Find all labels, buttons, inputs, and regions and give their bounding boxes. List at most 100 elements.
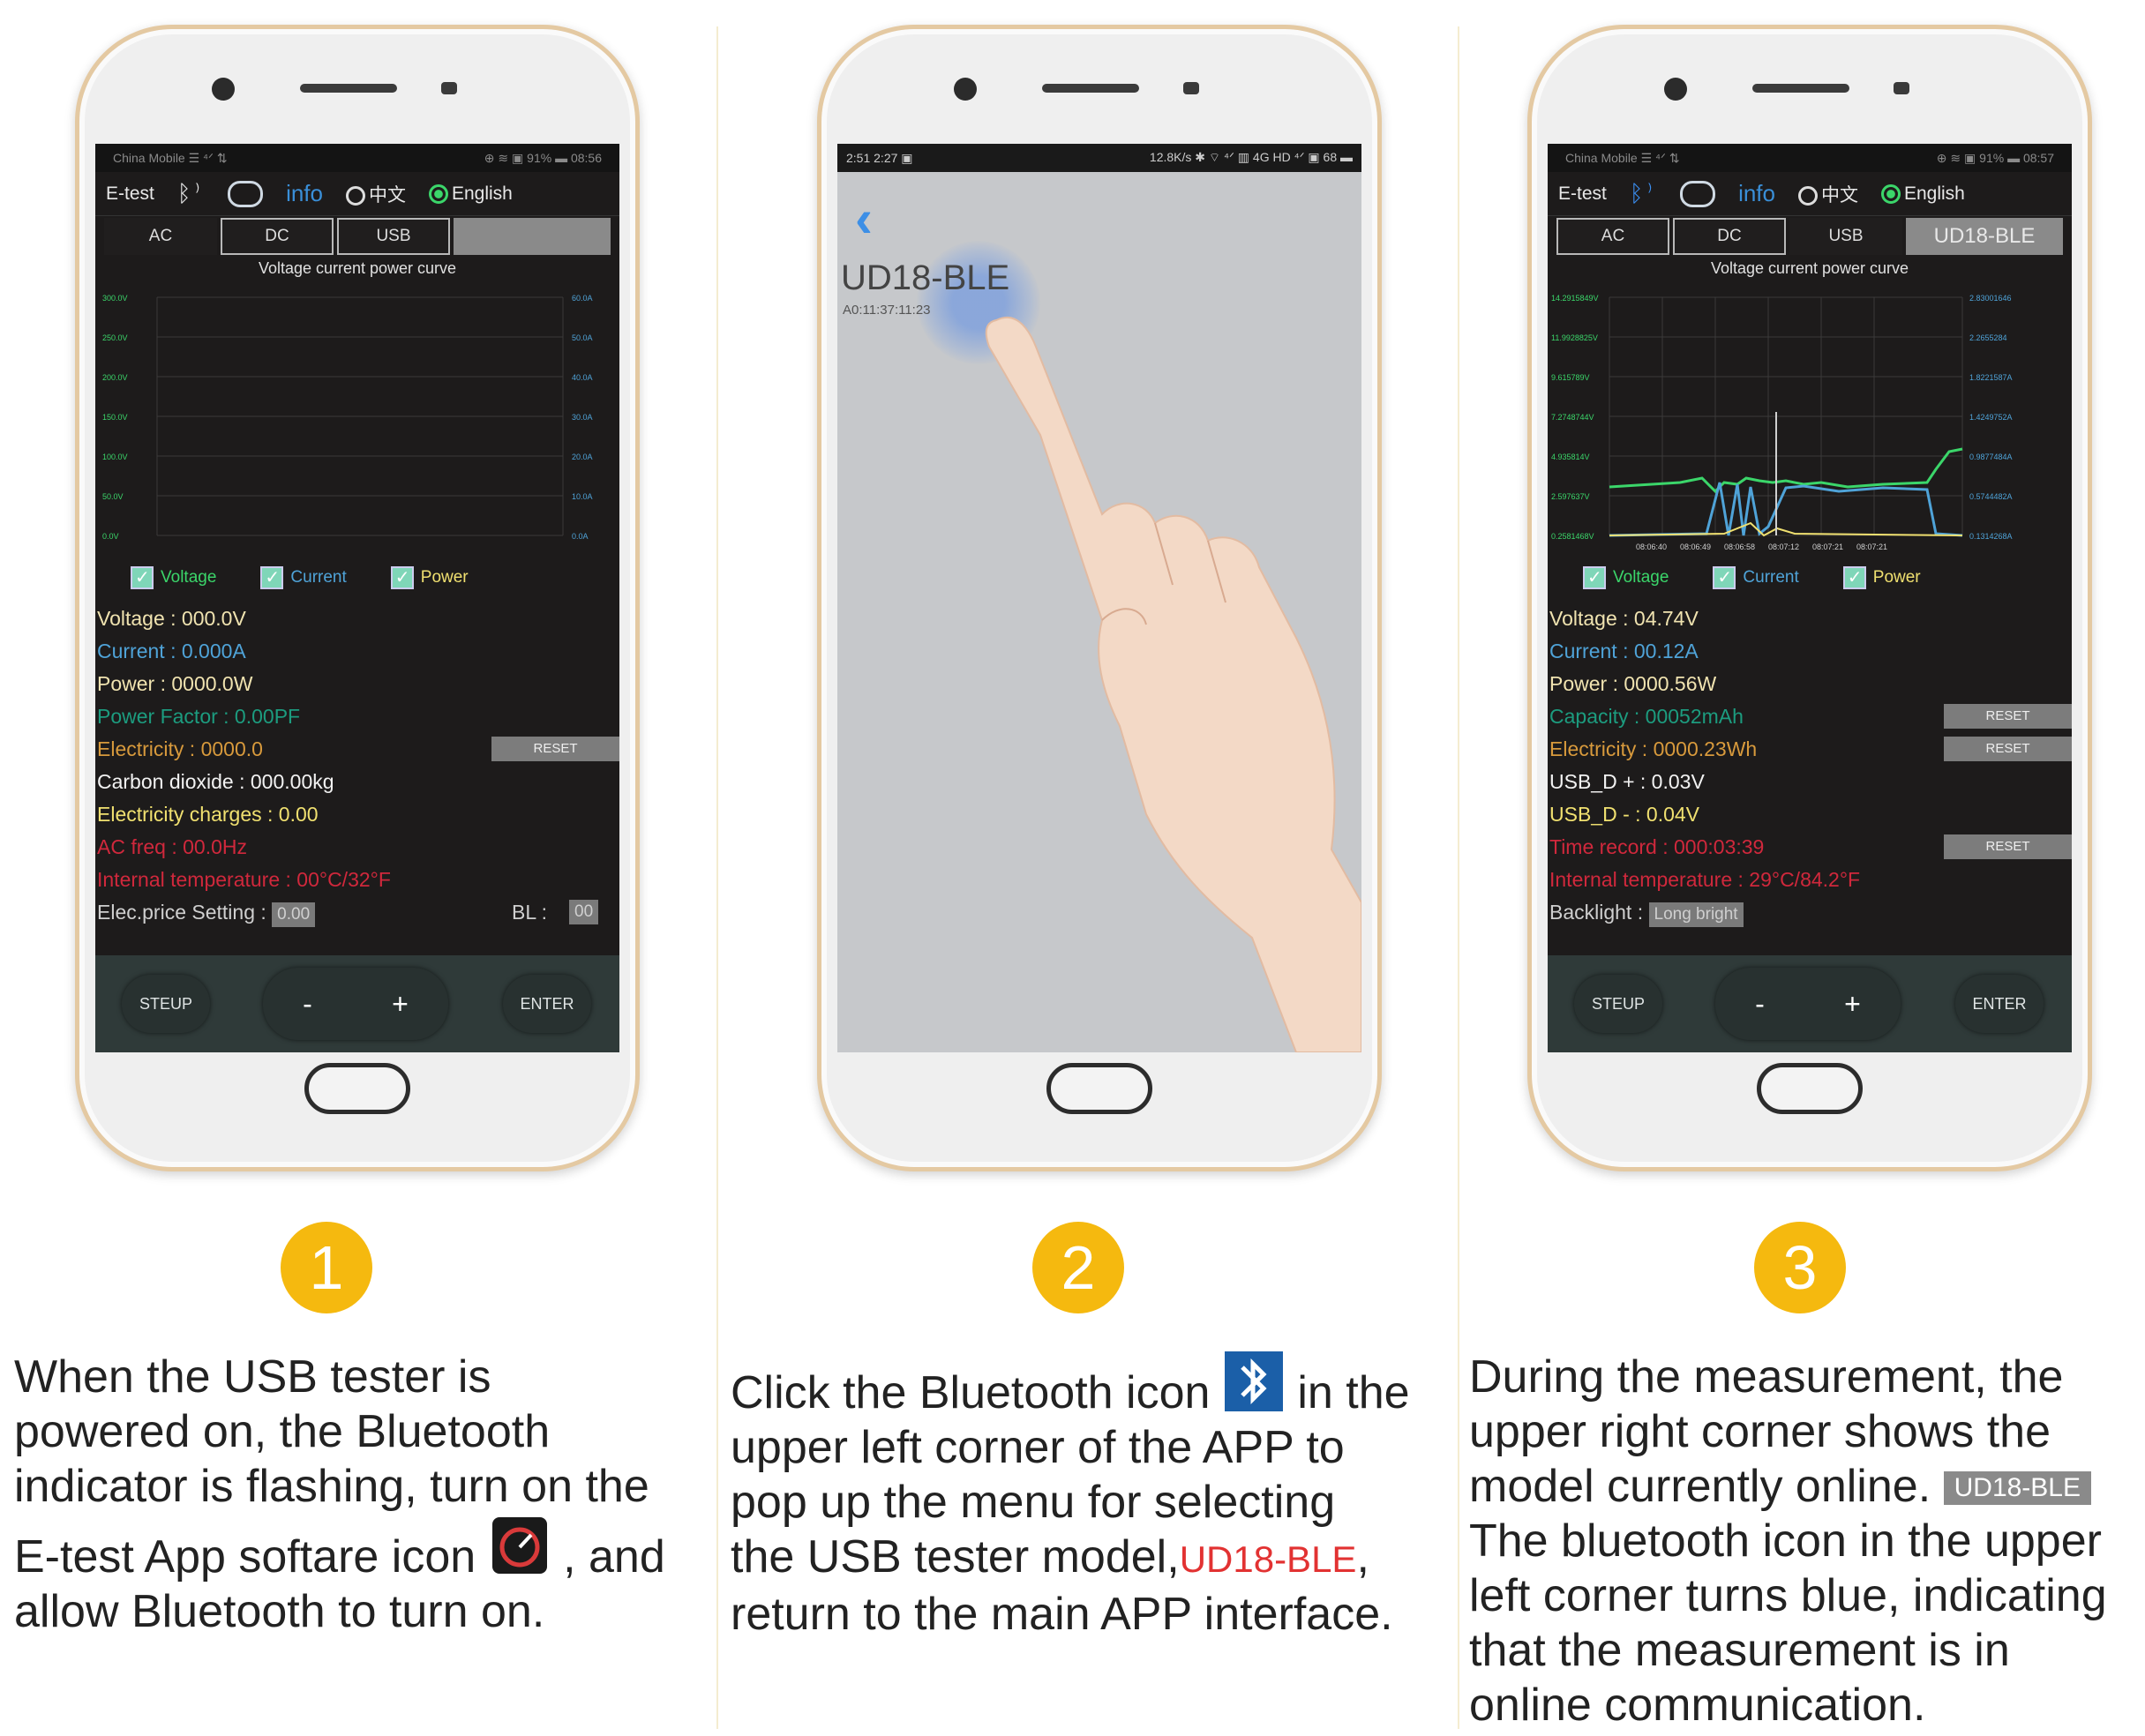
tab-ac[interactable]: AC	[1556, 218, 1669, 255]
info-link[interactable]: info	[1738, 180, 1775, 207]
svg-text:50.0A: 50.0A	[572, 333, 593, 342]
front-camera-icon	[212, 78, 235, 101]
curve-chart-empty: 300.0V 250.0V 200.0V 150.0V 100.0V 50.0V 0.0V…	[95, 280, 619, 553]
radio-on-icon	[428, 183, 448, 204]
reading-row: Power : 0000.56W	[1549, 668, 2072, 700]
svg-text:7.2748744V: 7.2748744V	[1551, 413, 1594, 422]
check-voltage[interactable]: Voltage	[1583, 566, 1669, 589]
check-voltage[interactable]: Voltage	[131, 566, 216, 589]
svg-text:11.9928825V: 11.9928825V	[1551, 333, 1598, 342]
model-name-red: UD18-BLE	[1179, 1538, 1357, 1580]
svg-text:9.615789V: 9.615789V	[1551, 373, 1590, 382]
caption-line: Click the Bluetooth icon in the	[731, 1350, 1454, 1420]
reset-button[interactable]: RESET	[1944, 834, 2072, 859]
lang-en-radio[interactable]: English	[428, 183, 513, 205]
tab-dc[interactable]: DC	[221, 218, 334, 255]
cloud-icon[interactable]	[1680, 180, 1716, 207]
svg-text:0.0A: 0.0A	[572, 532, 589, 541]
svg-text:14.2915849V: 14.2915849V	[1551, 294, 1599, 303]
model-online-badge-inline: UD18-BLE	[1943, 1471, 2092, 1505]
lang-en-radio[interactable]: English	[1880, 183, 1965, 205]
app-header: E-test ᛒ⁾ info 中文 English	[1548, 172, 2072, 216]
enter-button[interactable]: ENTER	[503, 975, 591, 1033]
backlight-row: Backlight : Long bright	[1548, 896, 2072, 929]
reading-value: Current : 0.000A	[97, 640, 246, 662]
home-button[interactable]	[1757, 1063, 1863, 1114]
tab-usb[interactable]: USB	[337, 218, 450, 255]
caption-line: online communication.	[1469, 1680, 1926, 1731]
bluetooth-icon-active[interactable]: ᛒ⁾	[1630, 180, 1657, 207]
svg-text:250.0V: 250.0V	[102, 333, 128, 342]
status-carrier: China Mobile ☰ ⁴ᐟ ⇅	[1565, 150, 1680, 165]
caption-line: The bluetooth icon in the upper	[1469, 1515, 2102, 1567]
tab-dc[interactable]: DC	[1673, 218, 1786, 255]
svg-text:08:07:21: 08:07:21	[1856, 542, 1887, 551]
column-divider	[1458, 26, 1459, 1729]
curve-title: Voltage current power curve	[258, 259, 457, 277]
step-2-caption: Click the Bluetooth icon in the upper le…	[731, 1350, 1454, 1642]
backlight-label: Backlight :	[1549, 901, 1644, 924]
speaker-grille	[300, 84, 397, 93]
plus-minus-pad: - +	[263, 968, 448, 1040]
svg-text:2.597637V: 2.597637V	[1551, 492, 1590, 501]
caption-line: that the measurement is in	[1469, 1625, 2010, 1676]
minus-button[interactable]: -	[303, 988, 312, 1021]
cloud-icon[interactable]	[228, 180, 264, 207]
plus-button[interactable]: +	[1844, 988, 1861, 1021]
lang-cn-radio[interactable]: 中文	[345, 181, 406, 207]
speaker-grille	[1042, 84, 1139, 93]
bluetooth-icon[interactable]: ᛒ⁾	[177, 180, 205, 207]
reading-value: Carbon dioxide : 000.00kg	[97, 770, 334, 793]
svg-text:50.0V: 50.0V	[102, 492, 124, 501]
reset-button[interactable]: RESET	[1944, 704, 2072, 729]
step-3-caption: During the measurement, the upper right …	[1469, 1350, 2140, 1732]
reading-row: Electricity charges : 0.00	[97, 798, 619, 831]
reset-button[interactable]: RESET	[1944, 737, 2072, 761]
caption-line: indicator is flashing, turn on the	[14, 1461, 649, 1512]
lang-cn-label: 中文	[1820, 184, 1858, 206]
caption-line: upper left corner of the APP to	[731, 1422, 1345, 1473]
setup-button[interactable]: STEUP	[122, 975, 210, 1033]
info-link[interactable]: info	[286, 180, 323, 207]
reset-button[interactable]: RESET	[491, 737, 619, 761]
app-screen: China Mobile ☰ ⁴ᐟ ⇅ ⊕ ≋ ▣ 91% ▬ 08:57 E-…	[1548, 144, 2072, 1052]
home-button[interactable]	[304, 1063, 410, 1114]
svg-text:0.0V: 0.0V	[102, 532, 119, 541]
check-power[interactable]: Power	[1842, 566, 1921, 589]
bluetooth-app-icon	[1224, 1351, 1283, 1411]
mode-tabs: AC DC USB	[95, 216, 619, 257]
price-input[interactable]: 0.00	[272, 902, 316, 927]
svg-text:200.0V: 200.0V	[102, 373, 128, 382]
reading-row: Voltage : 000.0V	[97, 602, 619, 635]
tab-ac[interactable]: AC	[104, 218, 217, 255]
enter-button[interactable]: ENTER	[1955, 975, 2044, 1033]
bl-input[interactable]: 00	[569, 900, 599, 924]
reading-row: Electricity : 0000.23Wh RESET	[1549, 733, 2072, 766]
home-button[interactable]	[1046, 1063, 1152, 1114]
reading-row: Power Factor : 0.00PF	[97, 700, 619, 733]
tab-usb[interactable]: USB	[1789, 218, 1902, 255]
model-online-badge: UD18-BLE	[1906, 218, 2063, 255]
backlight-select[interactable]: Long bright	[1648, 902, 1744, 927]
svg-text:4.935814V: 4.935814V	[1551, 453, 1590, 461]
reading-value: USB_D + : 0.03V	[1549, 770, 1705, 793]
caption-line: model currently online. UD18-BLE	[1469, 1459, 2140, 1514]
plus-minus-pad: - +	[1715, 968, 1901, 1040]
check-current[interactable]: Current	[260, 566, 347, 589]
status-bar: China Mobile ☰ ⁴ᐟ ⇅ ⊕ ≋ ▣ 91% ▬ 08:57	[1548, 144, 2072, 172]
reading-value: Capacity : 00052mAh	[1549, 705, 1744, 728]
checkbox-icon	[1583, 566, 1606, 589]
curve-chart-live: 14.2915849V 11.9928825V 9.615789V 7.274874…	[1548, 280, 2072, 553]
check-power[interactable]: Power	[390, 566, 469, 589]
setup-button[interactable]: STEUP	[1574, 975, 1662, 1033]
caption-line: allow Bluetooth to turn on.	[14, 1586, 545, 1637]
lang-cn-radio[interactable]: 中文	[1797, 181, 1858, 207]
status-bar: China Mobile ☰ ⁴ᐟ ⇅ ⊕ ≋ ▣ 91% ▬ 08:56	[95, 144, 619, 172]
status-indicators: ⊕ ≋ ▣ 91% ▬ 08:57	[1936, 150, 2054, 165]
svg-text:2.83001646: 2.83001646	[1969, 294, 2012, 303]
check-current[interactable]: Current	[1713, 566, 1799, 589]
svg-text:150.0V: 150.0V	[102, 413, 128, 422]
plus-button[interactable]: +	[392, 988, 409, 1021]
minus-button[interactable]: -	[1755, 988, 1765, 1021]
bl-label: BL :	[512, 901, 548, 924]
